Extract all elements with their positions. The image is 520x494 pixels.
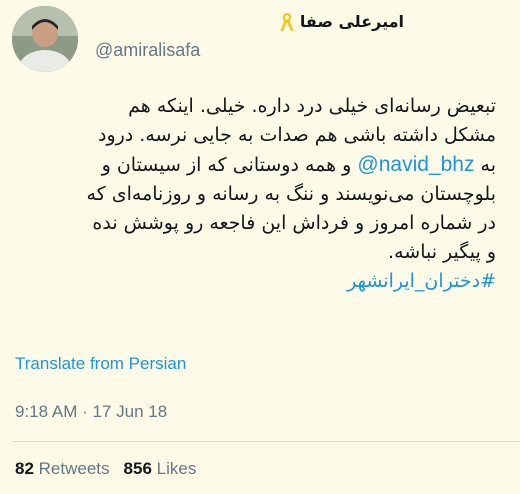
author-name-row: امیرعلی صفا [280,12,404,31]
author-handle[interactable]: @amiralisafa [95,40,200,61]
tweet-text-fragment: به [480,154,496,176]
tweet-timestamp[interactable]: 9:18 AM · 17 Jun 18 [15,402,167,422]
tweet-line: و پیگیر نباشه. [388,241,496,263]
retweets-stat[interactable]: 82 Retweets [15,459,110,478]
yellow-ribbon-icon [280,12,294,31]
likes-stat[interactable]: 856 Likes [124,459,197,478]
profile-photo [12,6,78,72]
hashtag-link[interactable]: #دختران_ایرانشهر [6,267,496,296]
mention-link[interactable]: @navid_bhz [357,153,474,176]
tweet-line: مشکل داشته باشی هم صدات به جایی نرسه. در… [98,124,496,146]
divider [12,441,520,442]
avatar[interactable] [12,6,78,72]
likes-count: 856 [123,459,152,478]
tweet-text-fragment: و همه دوستانی که از سیستان و [101,154,352,176]
tweet-line: در شماره امروز و فرداش این فاجعه رو پوشش… [92,212,496,234]
tweet-line: بلوچستان می‌نویسند و ننگ به رسانه و روزن… [86,183,496,205]
engagement-stats: 82 Retweets 856 Likes [15,459,196,479]
likes-label: Likes [156,459,197,478]
tweet-line: تبعیض رسانه‌ای خیلی درد داره. خیلی. اینک… [128,95,496,117]
retweets-label: Retweets [38,459,110,478]
tweet-line-with-mention: به @navid_bhz و همه دوستانی که از سیستان… [6,150,496,180]
author-display-name[interactable]: امیرعلی صفا [300,12,404,31]
retweets-count: 82 [15,459,34,478]
tweet-text: تبعیض رسانه‌ای خیلی درد داره. خیلی. اینک… [6,92,496,296]
translate-link[interactable]: Translate from Persian [15,354,186,374]
